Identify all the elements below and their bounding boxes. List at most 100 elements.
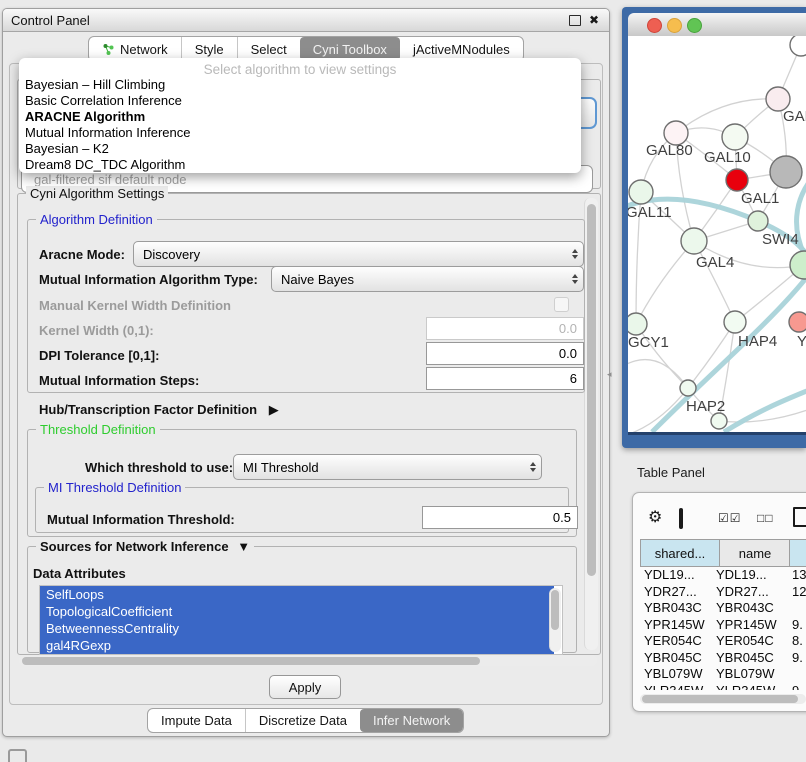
table-row[interactable]: YLR345WYLR345W9. bbox=[640, 682, 806, 691]
network-node-hap4[interactable] bbox=[724, 311, 746, 333]
attribute-list-item[interactable]: TopologicalCoefficient bbox=[40, 603, 554, 620]
network-node-gcy1[interactable] bbox=[628, 313, 647, 335]
cell: 9. bbox=[792, 616, 803, 633]
table-row[interactable]: YBL079WYBL079W bbox=[640, 665, 806, 682]
column-header-shared[interactable]: shared... bbox=[641, 540, 719, 566]
close-icon[interactable]: ✖ bbox=[589, 14, 599, 26]
mi-type-select[interactable]: Naive Bayes bbox=[271, 266, 584, 292]
checked-boxes-icon[interactable]: ☑☑ bbox=[718, 511, 742, 525]
collapse-triangle-icon[interactable]: ▼ bbox=[237, 539, 250, 554]
node-label: GAL11 bbox=[628, 204, 672, 221]
settings-scrollbar-thumb[interactable] bbox=[587, 204, 596, 576]
table-row[interactable]: YBR045CYBR045C9. bbox=[640, 649, 806, 666]
settings-scrollbar[interactable] bbox=[584, 198, 598, 650]
cell: 9. bbox=[792, 649, 803, 666]
network-window-titlebar bbox=[628, 13, 806, 37]
attributes-scrollbar-thumb[interactable] bbox=[551, 590, 559, 630]
cell: YBR043C bbox=[716, 599, 774, 616]
mi-threshold-field[interactable]: 0.5 bbox=[422, 506, 578, 529]
kernel-width-field[interactable]: 0.0 bbox=[426, 317, 584, 340]
zoom-traffic-light-icon[interactable] bbox=[687, 18, 702, 33]
attribute-list-item[interactable]: BetweennessCentrality bbox=[40, 620, 554, 637]
algorithm-option[interactable]: Bayesian – K2 bbox=[19, 141, 581, 157]
mi-threshold-value: 0.5 bbox=[553, 510, 571, 525]
settings-hscrollbar-thumb[interactable] bbox=[22, 657, 480, 665]
aracne-mode-select[interactable]: Discovery bbox=[133, 241, 584, 267]
table-row[interactable]: YPR145WYPR145W9. bbox=[640, 616, 806, 633]
network-node[interactable] bbox=[711, 413, 727, 429]
kernel-width-label: Kernel Width (0,1): bbox=[39, 323, 154, 338]
table-row[interactable]: YER054CYER054C8. bbox=[640, 632, 806, 649]
float-panel-icon[interactable] bbox=[8, 749, 27, 762]
tab-label: Cyni Toolbox bbox=[313, 42, 387, 57]
manual-kernel-checkbox[interactable] bbox=[554, 297, 569, 312]
cell: YBL079W bbox=[644, 665, 703, 682]
minimize-traffic-light-icon[interactable] bbox=[667, 18, 682, 33]
hub-definition-label[interactable]: Hub/Transcription Factor Definition ▶ bbox=[39, 402, 279, 418]
which-threshold-select[interactable]: MI Threshold bbox=[233, 454, 542, 480]
split-columns-icon[interactable] bbox=[679, 508, 683, 529]
dpi-tolerance-field[interactable]: 0.0 bbox=[426, 342, 584, 365]
network-node[interactable] bbox=[770, 156, 802, 188]
cell: YLR345W bbox=[644, 682, 703, 691]
network-node-gal10[interactable] bbox=[722, 124, 748, 150]
network-node-gal4[interactable] bbox=[681, 228, 707, 254]
algorithm-option[interactable]: ARACNE Algorithm bbox=[19, 109, 581, 125]
network-node-hap2[interactable] bbox=[680, 380, 696, 396]
attributes-scrollbar[interactable] bbox=[549, 588, 561, 652]
table-row[interactable]: YDL19...YDL19...13 bbox=[640, 566, 806, 583]
algorithm-option[interactable]: Bayesian – Hill Climbing bbox=[19, 77, 581, 93]
network-node-gal11[interactable] bbox=[629, 180, 653, 204]
cell: YDL19... bbox=[644, 566, 695, 583]
close-traffic-light-icon[interactable] bbox=[647, 18, 662, 33]
unchecked-boxes-icon[interactable]: □□ bbox=[757, 511, 774, 525]
mi-type-value: Naive Bayes bbox=[281, 272, 354, 287]
split-pane-collapse-icon[interactable]: ◂ bbox=[607, 369, 612, 380]
table-row[interactable]: YBR043CYBR043C bbox=[640, 599, 806, 616]
node-label: Y bbox=[797, 333, 806, 350]
network-edge[interactable] bbox=[688, 322, 735, 388]
table-hscrollbar[interactable] bbox=[640, 694, 806, 704]
attribute-list-item[interactable]: SelfLoops bbox=[40, 586, 554, 603]
network-node-gal1[interactable] bbox=[726, 169, 748, 191]
algorithm-option[interactable]: Dream8 DC_TDC Algorithm bbox=[19, 157, 581, 173]
network-node-y[interactable] bbox=[789, 312, 806, 332]
dropdown-items: Bayesian – Hill ClimbingBasic Correlatio… bbox=[19, 77, 581, 173]
network-node-swi4[interactable] bbox=[748, 211, 768, 231]
cell: YLR345W bbox=[716, 682, 775, 691]
table-header-row: shared...nameA bbox=[640, 539, 806, 567]
bottom-tab-label: Infer Network bbox=[373, 713, 450, 728]
tab-label: Select bbox=[251, 42, 287, 57]
column-header-a[interactable]: A bbox=[789, 540, 806, 566]
network-edge[interactable] bbox=[652, 268, 806, 432]
cell: YBR045C bbox=[716, 649, 774, 666]
network-edge[interactable] bbox=[636, 241, 694, 324]
expand-triangle-icon[interactable]: ▶ bbox=[269, 402, 279, 417]
node-label: HAP4 bbox=[738, 333, 777, 350]
apply-button-label: Apply bbox=[289, 680, 322, 695]
bottom-tab-impute-data[interactable]: Impute Data bbox=[148, 709, 245, 732]
settings-hscrollbar[interactable] bbox=[19, 655, 597, 666]
node-label: GAL80 bbox=[646, 142, 693, 159]
gear-icon[interactable]: ⚙ bbox=[648, 510, 662, 526]
tab-label: jActiveMNodules bbox=[413, 42, 510, 57]
algorithm-option[interactable]: Mutual Information Inference bbox=[19, 125, 581, 141]
algorithm-option[interactable]: Basic Correlation Inference bbox=[19, 93, 581, 109]
page-icon[interactable] bbox=[793, 507, 806, 527]
float-window-icon[interactable] bbox=[569, 15, 581, 26]
table-hscrollbar-thumb[interactable] bbox=[642, 695, 798, 703]
table-row[interactable]: YDR27...YDR27...12 bbox=[640, 583, 806, 600]
column-header-name[interactable]: name bbox=[719, 540, 790, 566]
network-node[interactable] bbox=[790, 36, 806, 56]
network-edge[interactable] bbox=[724, 388, 806, 432]
bottom-tab-discretize-data[interactable]: Discretize Data bbox=[245, 709, 360, 732]
mi-steps-field[interactable]: 6 bbox=[426, 367, 584, 390]
network-view-window: GALGAL80GAL10GAL1GAL11SWI4GAL4GCY1HAP4YH… bbox=[622, 7, 806, 448]
hub-definition-text: Hub/Transcription Factor Definition bbox=[39, 402, 257, 417]
attribute-list-item[interactable]: gal4RGexp bbox=[40, 637, 554, 654]
network-canvas[interactable]: GALGAL80GAL10GAL1GAL11SWI4GAL4GCY1HAP4YH… bbox=[628, 36, 806, 432]
bottom-tab-infer-network[interactable]: Infer Network bbox=[360, 709, 463, 732]
apply-button[interactable]: Apply bbox=[269, 675, 341, 699]
network-edge[interactable] bbox=[628, 360, 688, 388]
network-graph[interactable]: GALGAL80GAL10GAL1GAL11SWI4GAL4GCY1HAP4YH… bbox=[628, 36, 806, 432]
